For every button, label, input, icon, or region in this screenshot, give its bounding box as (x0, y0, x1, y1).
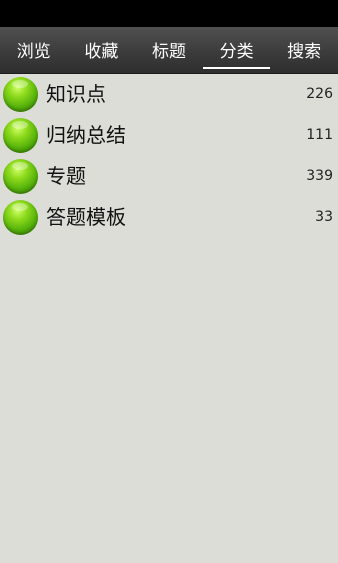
category-label: 归纳总结 (46, 123, 126, 147)
category-count: 226 (306, 86, 333, 102)
category-row-knowledge[interactable]: 知识点 226 (0, 74, 338, 115)
category-row-summary[interactable]: 归纳总结 111 (0, 115, 338, 156)
tab-browse[interactable]: 浏览 (0, 27, 68, 73)
category-list: 知识点 226 归纳总结 111 专题 339 答题模板 33 (0, 74, 338, 238)
tab-label: 搜索 (287, 41, 322, 62)
tab-label: 分类 (219, 41, 254, 62)
status-bar (0, 0, 338, 27)
category-label: 知识点 (46, 82, 106, 106)
tab-indicator (202, 67, 271, 69)
category-row-template[interactable]: 答题模板 33 (0, 197, 338, 238)
category-count: 111 (306, 127, 333, 143)
category-count: 33 (315, 209, 333, 225)
green-ball-icon (3, 159, 38, 194)
tab-label: 标题 (151, 41, 186, 62)
tab-titles[interactable]: 标题 (135, 27, 203, 73)
category-label: 专题 (46, 164, 86, 188)
tab-bar: 浏览 收藏 标题 分类 搜索 (0, 27, 338, 74)
category-label: 答题模板 (46, 205, 126, 229)
tab-label: 收藏 (84, 41, 119, 62)
tab-categories[interactable]: 分类 (202, 27, 271, 73)
tab-label: 浏览 (16, 41, 51, 62)
tab-favorites[interactable]: 收藏 (68, 27, 136, 73)
green-ball-icon (3, 118, 38, 153)
tab-search[interactable]: 搜索 (270, 27, 338, 73)
green-ball-icon (3, 77, 38, 112)
category-row-topic[interactable]: 专题 339 (0, 156, 338, 197)
category-count: 339 (306, 168, 333, 184)
green-ball-icon (3, 200, 38, 235)
